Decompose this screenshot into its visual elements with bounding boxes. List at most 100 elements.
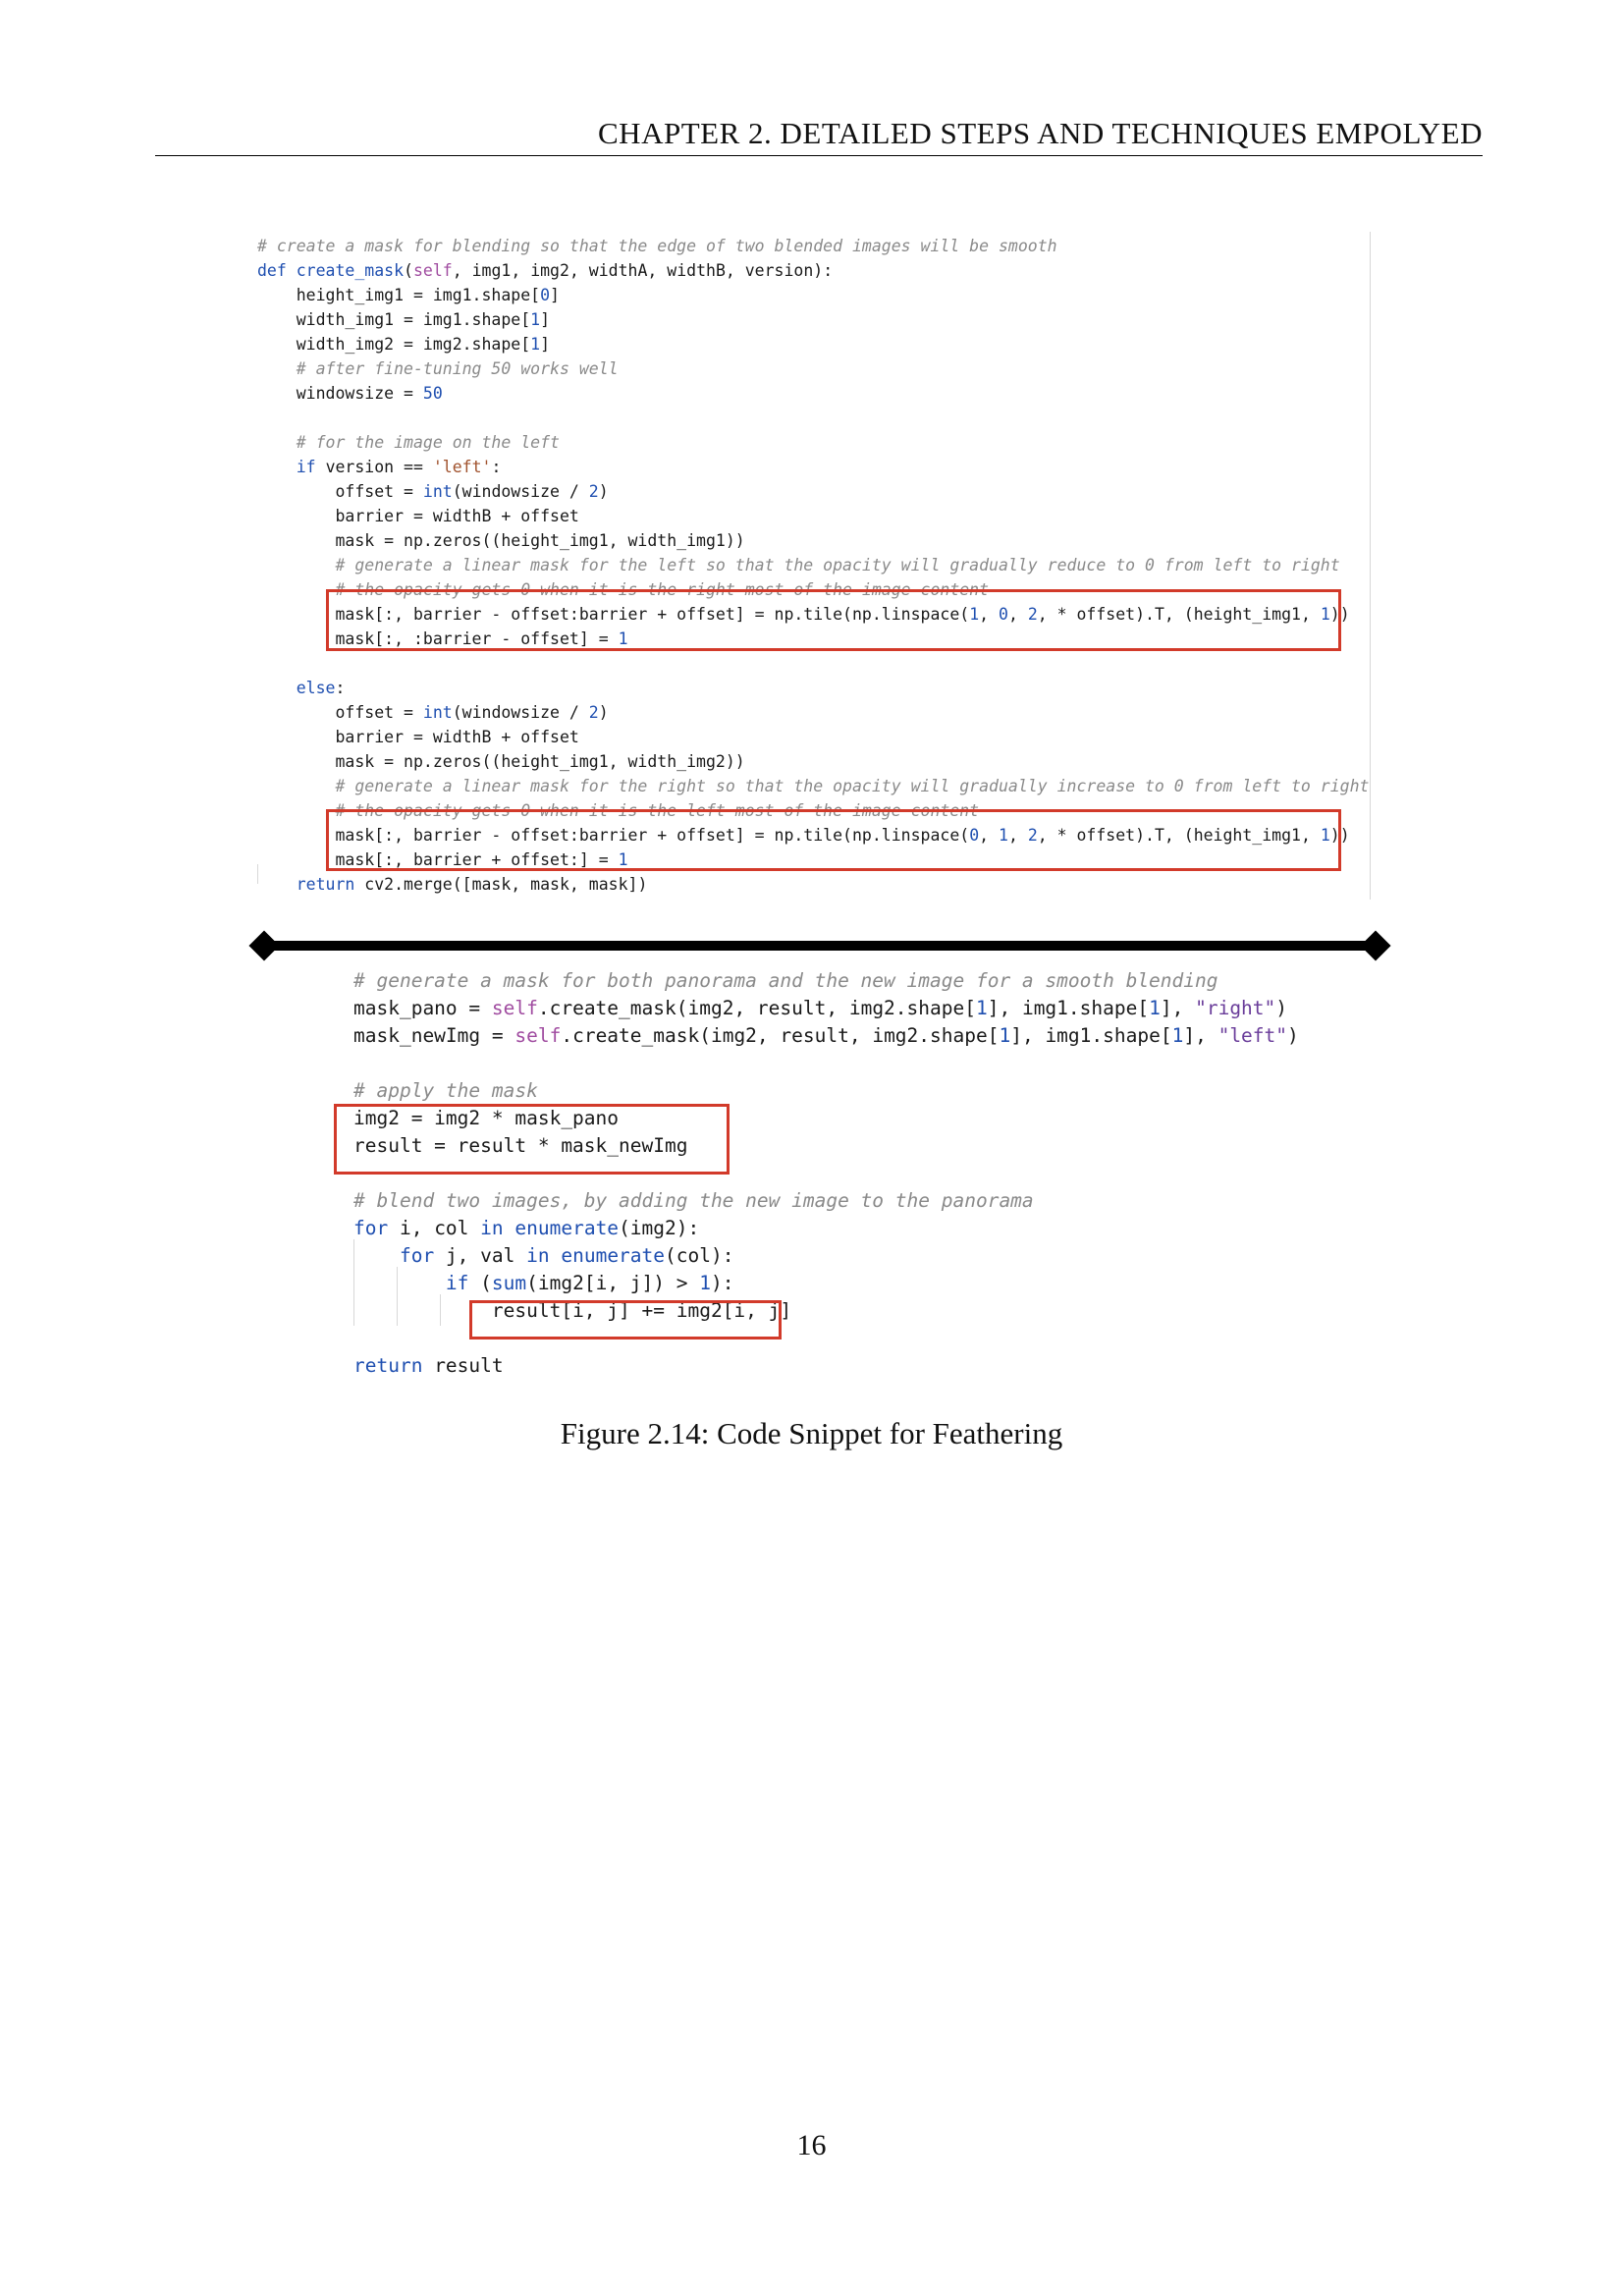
code-line: # generate a linear mask for the left so… [257, 553, 1340, 577]
code-token: # generate a linear mask for the right s… [335, 777, 1370, 795]
code-token: 50 [422, 384, 443, 403]
code-token: self [491, 997, 538, 1019]
code-line: mask_newImg = self.create_mask(img2, res… [353, 1022, 1299, 1050]
code-token: # for the image on the left [296, 433, 560, 452]
code-line: offset = int(windowsize / 2) [257, 700, 609, 725]
code-token: : [491, 458, 502, 476]
highlight-box-add-image [469, 1300, 782, 1339]
code-token: (windowsize / [452, 482, 589, 501]
code-token: mask_newImg = [353, 1024, 515, 1047]
code-token: 2 [588, 482, 599, 501]
code-line: else: [257, 676, 346, 700]
code-line: for i, col in enumerate(img2): [353, 1215, 699, 1242]
code-token: .create_mask(img2, result, img2.shape[ [561, 1024, 1000, 1047]
code-line: # apply the mask [353, 1077, 538, 1105]
code-line: if (sum(img2[i, j]) > 1): [353, 1270, 734, 1297]
code-token: width_img2 = img2.shape[ [296, 335, 531, 354]
indent-guide-3 [440, 1294, 441, 1326]
code-token: 1 [699, 1272, 711, 1294]
code-token: ], img1.shape[ [1010, 1024, 1172, 1047]
code-token: offset = [335, 482, 423, 501]
code-line: # for the image on the left [257, 430, 560, 455]
code-token: create_mask [296, 261, 405, 280]
code-token: ] [540, 335, 551, 354]
code-line: for j, val in enumerate(col): [353, 1242, 734, 1270]
code-token: ], [1183, 1024, 1218, 1047]
code-line: windowsize = 50 [257, 381, 443, 406]
code-token: self [412, 261, 453, 280]
code-token: ( [480, 1272, 492, 1294]
code-token: 1 [999, 1024, 1011, 1047]
code-panel-edge [1370, 232, 1371, 900]
code-token: enumerate [514, 1217, 620, 1239]
code-token: # generate a linear mask for the left so… [335, 556, 1340, 574]
code-token: ( [404, 261, 413, 280]
code-line: return result [353, 1352, 504, 1380]
code-token: in [480, 1217, 515, 1239]
code-token: (img2[i, j]) > [526, 1272, 700, 1294]
code-line: barrier = widthB + offset [257, 725, 579, 749]
indent-guide-2 [397, 1267, 398, 1326]
highlight-box-left-mask [326, 589, 1341, 651]
code-token: .create_mask(img2, result, img2.shape[ [537, 997, 976, 1019]
code-token: (col): [665, 1244, 734, 1267]
code-token: for [353, 1217, 400, 1239]
code-line: mask = np.zeros((height_img1, width_img2… [257, 749, 744, 774]
code-token: width_img1 = img1.shape[ [296, 310, 531, 329]
code-token: enumerate [561, 1244, 666, 1267]
code-line: # generate a mask for both panorama and … [353, 967, 1218, 995]
code-token: 1 [530, 310, 541, 329]
code-token: in [526, 1244, 562, 1267]
code-token: 1 [975, 997, 988, 1019]
code-line: def create_mask(self, img1, img2, widthA… [257, 258, 833, 283]
code-token: 0 [540, 286, 551, 304]
code-token: barrier = widthB + offset [335, 507, 579, 525]
code-token: windowsize = [296, 384, 423, 403]
code-token: ] [540, 310, 551, 329]
chapter-title: CHAPTER 2. DETAILED STEPS AND TECHNIQUES… [598, 116, 1483, 150]
divider-diamond-right [1360, 930, 1391, 961]
code-token: for [399, 1244, 446, 1267]
code-token: i, col [399, 1217, 481, 1239]
code-line: # after fine-tuning 50 works well [257, 356, 619, 381]
code-token: # after fine-tuning 50 works well [296, 359, 619, 378]
code-token: ) [1287, 1024, 1299, 1047]
code-token: 2 [588, 703, 599, 722]
code-token: j, val [445, 1244, 527, 1267]
code-line: if version == 'left': [257, 455, 502, 479]
code-token: # generate a mask for both panorama and … [353, 969, 1218, 992]
indent-guide-1 [353, 1239, 354, 1326]
code-line: barrier = widthB + offset [257, 504, 579, 528]
code-token: int [422, 482, 453, 501]
code-line: width_img1 = img1.shape[1] [257, 307, 550, 332]
code-token: # create a mask for blending so that the… [257, 237, 1057, 255]
code-token: offset = [335, 703, 423, 722]
code-line: mask_pano = self.create_mask(img2, resul… [353, 995, 1287, 1022]
code-token: ) [598, 703, 609, 722]
code-token: , widthB, version): [647, 261, 834, 280]
code-token: ], [1160, 997, 1196, 1019]
code-token: if [445, 1272, 481, 1294]
code-token: , img1, img2, [452, 261, 589, 280]
code-line: height_img1 = img1.shape[0] [257, 283, 560, 307]
code-token: ] [550, 286, 560, 304]
code-token: return [353, 1354, 435, 1377]
code-token: ) [1275, 997, 1288, 1019]
code-token: widthA [588, 261, 648, 280]
code-token: barrier = widthB + offset [335, 728, 579, 746]
code-token: "left" [1217, 1024, 1288, 1047]
divider-diamond-left [248, 930, 280, 961]
code-token: (windowsize / [452, 703, 589, 722]
code-token: int [422, 703, 453, 722]
code-token: 1 [1171, 1024, 1184, 1047]
code-token: ], img1.shape[ [987, 997, 1150, 1019]
code-token: 1 [1149, 997, 1161, 1019]
code-token: version == [325, 458, 433, 476]
code-token: : [335, 679, 346, 697]
code-line: mask = np.zeros((height_img1, width_img1… [257, 528, 744, 553]
highlight-box-apply-mask [334, 1104, 730, 1175]
code-token: mask_pano = [353, 997, 492, 1019]
code-token: 1 [530, 335, 541, 354]
code-token: if [296, 458, 326, 476]
code-token: def [257, 261, 297, 280]
